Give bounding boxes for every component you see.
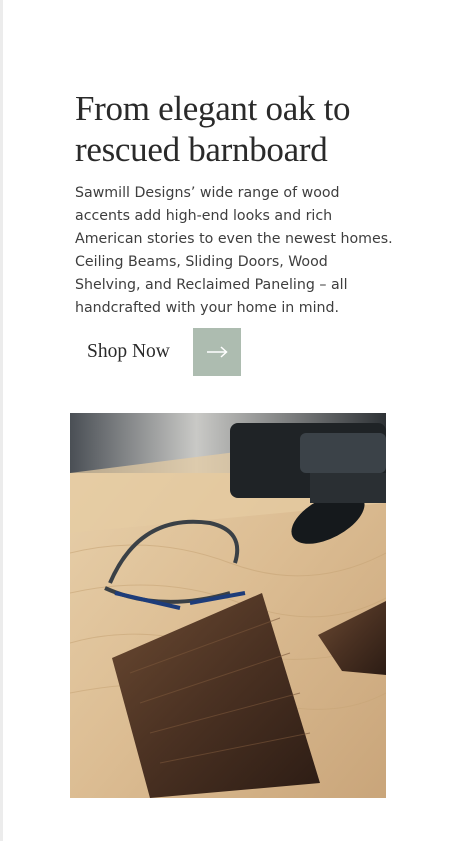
shop-now-arrow-button[interactable] [193, 328, 241, 376]
shop-now-link[interactable]: Shop Now [87, 341, 193, 363]
hero-headline: From elegant oak to rescued barnboard [75, 89, 351, 169]
arrow-right-icon [207, 346, 228, 358]
workshop-photo-illustration [70, 413, 386, 798]
hero-section: From elegant oak to rescued barnboard Sa… [75, 88, 395, 320]
workshop-photo [70, 413, 386, 798]
page-edge [0, 0, 3, 841]
hero-description: Sawmill Designs’ wide range of wood acce… [75, 185, 393, 316]
shop-now-cta[interactable]: Shop Now [75, 328, 241, 376]
